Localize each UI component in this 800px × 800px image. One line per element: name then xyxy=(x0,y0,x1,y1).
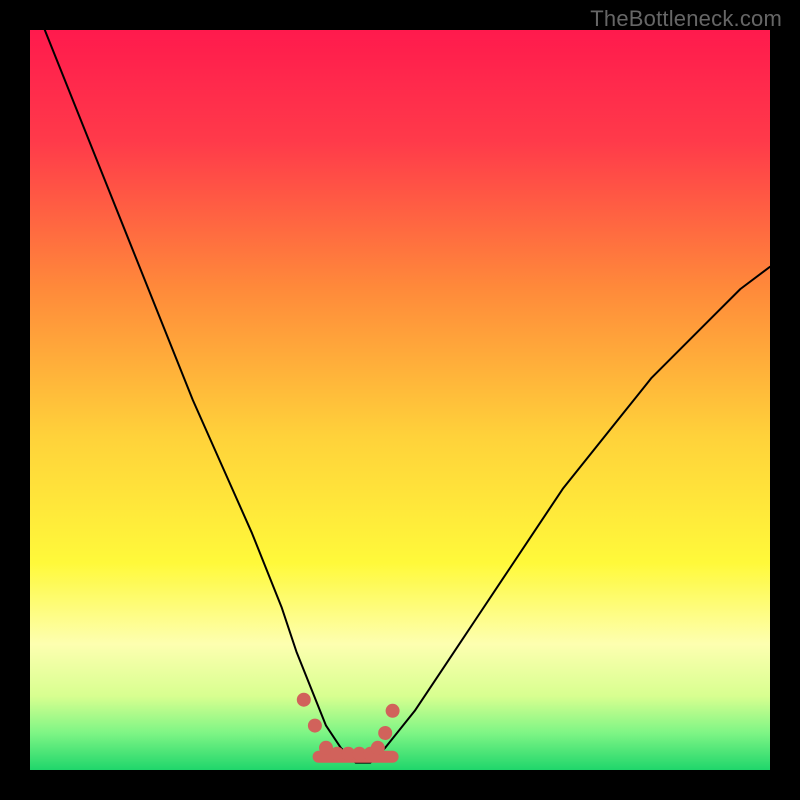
chart-svg xyxy=(30,30,770,770)
marker-dot xyxy=(297,693,311,707)
chart-frame: TheBottleneck.com xyxy=(0,0,800,800)
bottleneck-chart xyxy=(30,30,770,770)
gradient-bg xyxy=(30,30,770,770)
marker-dot xyxy=(386,704,400,718)
marker-dot xyxy=(378,726,392,740)
marker-dot xyxy=(308,719,322,733)
marker-dot xyxy=(371,741,385,755)
watermark-text: TheBottleneck.com xyxy=(590,6,782,32)
